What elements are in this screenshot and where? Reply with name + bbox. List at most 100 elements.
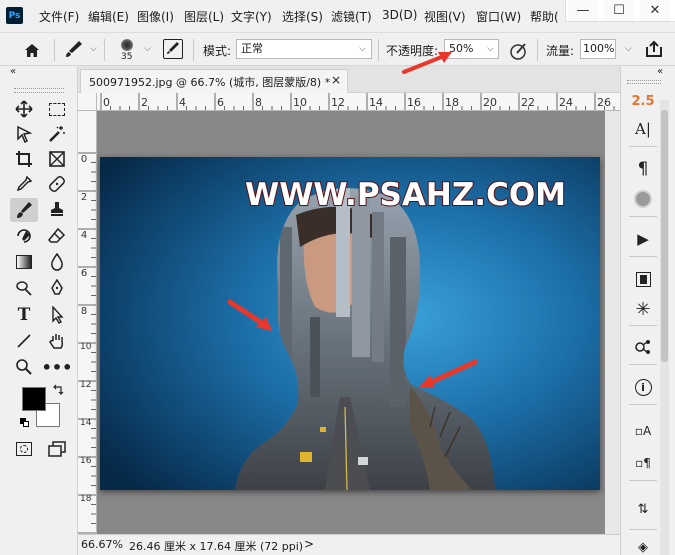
marquee-tool-icon[interactable] (46, 98, 68, 120)
status-menu-arrow[interactable]: > (304, 537, 314, 551)
paragraph-panel-icon[interactable]: ¶ (629, 156, 657, 182)
flow-field[interactable]: 100% (580, 39, 616, 59)
swap-colors-icon[interactable] (52, 384, 64, 396)
menu-select[interactable]: 选择(S) (282, 8, 323, 25)
document-info: 26.46 厘米 x 17.64 厘米 (72 ppi) (129, 540, 304, 553)
type-tool-icon[interactable]: T (13, 304, 35, 326)
eraser-icon[interactable] (46, 225, 68, 247)
move-tool-icon[interactable] (13, 98, 35, 120)
ruler-label: 6 (217, 96, 224, 109)
zoom-level[interactable]: 66.67% (81, 538, 123, 551)
flow-value: 100% (583, 42, 615, 55)
menu-edit[interactable]: 编辑(E) (88, 8, 129, 25)
default-colors-icon[interactable] (20, 418, 30, 428)
character-styles-icon[interactable]: ▫A (629, 418, 657, 444)
menu-view[interactable]: 视图(V) (424, 8, 466, 25)
blur-tool-icon[interactable] (46, 251, 68, 273)
menu-image[interactable]: 图像(I) (137, 8, 174, 25)
ruler-label: 10 (293, 96, 307, 109)
close-tab-icon[interactable]: × (331, 73, 341, 87)
vertical-ruler[interactable]: 0 2 4 6 8 10 12 14 16 18 (78, 111, 97, 534)
menu-3d[interactable]: 3D(D) (382, 8, 417, 22)
document-image[interactable]: WWW.PSAHZ.COM (100, 157, 600, 490)
line-tool-icon[interactable] (13, 330, 35, 352)
zoom-tool-icon[interactable] (13, 356, 35, 378)
document-tab-row: 500971952.jpg @ 66.7% (城市, 图层蒙版/8) * × (78, 66, 620, 93)
frame-tool-icon[interactable] (46, 148, 68, 170)
ruler-corner[interactable] (78, 93, 97, 111)
panel-scrollbar-thumb[interactable] (661, 110, 668, 362)
ruler-label: 6 (80, 268, 88, 279)
character-panel-icon[interactable]: A| (629, 116, 657, 142)
history-panel-icon[interactable]: ⇅ (629, 496, 657, 522)
maximize-button[interactable]: ☐ (604, 0, 634, 21)
brush-settings-icon[interactable] (163, 39, 183, 59)
foreground-color-swatch[interactable] (22, 387, 46, 411)
stamp-tool-icon[interactable] (46, 198, 68, 220)
menu-file[interactable]: 文件(F) (39, 8, 79, 25)
chevron-down-icon[interactable]: ⌵ (90, 44, 97, 54)
ruler-label: 18 (445, 96, 459, 109)
history-brush-icon[interactable] (13, 225, 35, 247)
close-button[interactable]: ✕ (640, 0, 670, 21)
ruler-label: 20 (483, 96, 497, 109)
pen-tool-icon[interactable] (46, 277, 68, 299)
actions-play-icon[interactable]: ▶ (629, 226, 657, 252)
minimize-button[interactable]: — (568, 0, 598, 21)
brush-tool-icon[interactable] (10, 198, 38, 222)
panel-grip[interactable] (627, 80, 661, 84)
menu-type[interactable]: 文字(Y) (231, 8, 272, 25)
horizontal-ruler[interactable]: 0 2 4 6 8 10 12 14 16 18 20 22 24 26 (97, 93, 620, 111)
toolbar: « T ••• (0, 66, 78, 555)
mode-dropdown[interactable]: 正常 ⌵ (236, 39, 372, 59)
properties-panel-icon[interactable]: ◈ (629, 534, 657, 555)
magic-wand-icon[interactable] (46, 123, 68, 145)
document-tab[interactable]: 500971952.jpg @ 66.7% (城市, 图层蒙版/8) * × (80, 69, 348, 93)
ruler-label: 12 (331, 96, 345, 109)
crop-tool-icon[interactable] (13, 148, 35, 170)
chevron-down-icon: ⌵ (359, 44, 366, 54)
dodge-tool-icon[interactable] (13, 277, 35, 299)
canvas-scrollbar[interactable] (605, 111, 620, 534)
chevron-down-icon[interactable]: ⌵ (144, 44, 151, 54)
flow-label: 流量: (546, 44, 575, 58)
libraries-icon[interactable] (629, 266, 657, 292)
pressure-opacity-icon[interactable] (509, 41, 529, 61)
ruler-label: 4 (179, 96, 186, 109)
chevron-down-icon[interactable]: ⌵ (625, 44, 632, 54)
ruler-label: 0 (103, 96, 110, 109)
menu-help[interactable]: 帮助( (530, 8, 559, 25)
character-value[interactable]: 2.5 (629, 88, 657, 114)
glyph-panel-icon[interactable] (629, 186, 657, 212)
lasso-tool-icon[interactable] (13, 123, 35, 145)
eyedropper-icon[interactable] (13, 173, 35, 195)
toolbar-collapse-icon[interactable]: « (10, 66, 16, 77)
brushes-panel-icon[interactable]: ✳ (629, 296, 657, 322)
home-icon[interactable] (20, 40, 44, 60)
screen-mode-icon[interactable] (46, 438, 68, 460)
layer-comps-icon[interactable] (629, 334, 657, 360)
menu-window[interactable]: 窗口(W) (476, 8, 521, 25)
brush-size-icon[interactable] (116, 38, 138, 52)
panel-collapse-icon[interactable]: « (657, 66, 663, 77)
menu-bar: Ps 文件(F) 编辑(E) 图像(I) 图层(L) 文字(Y) 选择(S) 滤… (0, 0, 675, 32)
ruler-label: 26 (597, 96, 611, 109)
menu-filter[interactable]: 滤镜(T) (331, 8, 372, 25)
ruler-label: 0 (80, 154, 88, 165)
ruler-label: 2 (141, 96, 148, 109)
healing-brush-icon[interactable] (46, 173, 68, 195)
quick-mask-icon[interactable] (13, 438, 35, 460)
menu-layer[interactable]: 图层(L) (184, 8, 224, 25)
share-icon[interactable] (645, 40, 663, 58)
brush-size-value: 35 (121, 52, 133, 62)
toolbar-grip[interactable] (14, 88, 64, 93)
more-tools-icon[interactable]: ••• (42, 356, 73, 378)
path-selection-icon[interactable] (46, 304, 68, 326)
window-controls: — ☐ ✕ (565, 0, 675, 22)
paragraph-styles-icon[interactable]: ▫¶ (629, 450, 657, 476)
info-panel-icon[interactable]: i (629, 374, 657, 400)
hand-tool-icon[interactable] (46, 330, 68, 352)
gradient-tool-icon[interactable] (13, 251, 35, 273)
ruler-label: 14 (80, 418, 92, 428)
brush-tool-preset-icon[interactable] (63, 39, 85, 59)
